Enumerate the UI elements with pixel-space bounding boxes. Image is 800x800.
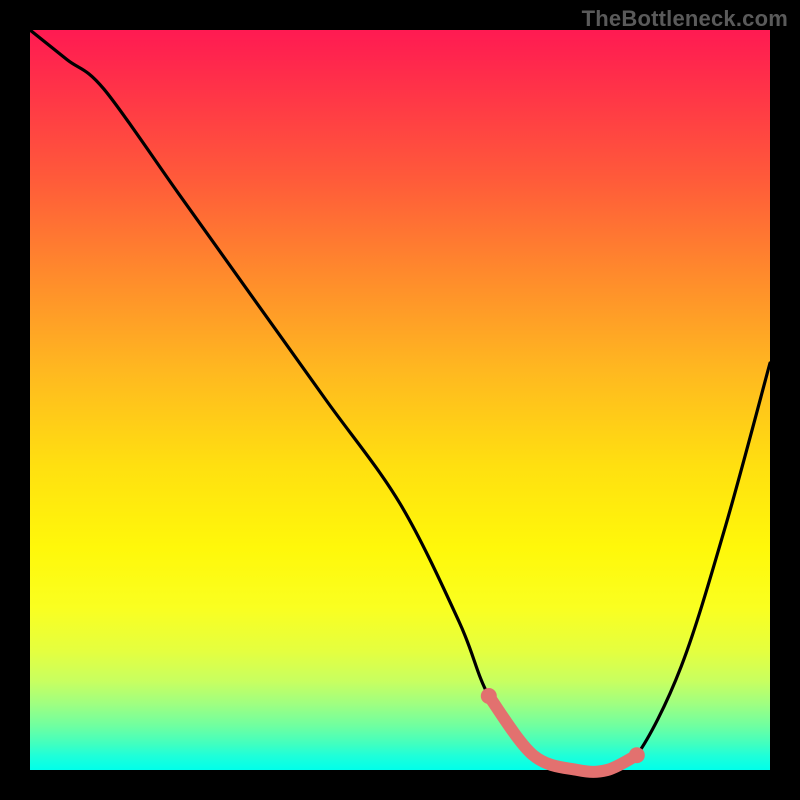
chart-frame: TheBottleneck.com	[0, 0, 800, 800]
bottleneck-curve	[30, 30, 770, 772]
optimal-range-dot	[629, 747, 645, 763]
optimal-range-highlight	[489, 696, 637, 772]
bottleneck-curve-svg	[30, 30, 770, 770]
optimal-range-dot	[481, 688, 497, 704]
watermark-text: TheBottleneck.com	[582, 6, 788, 32]
